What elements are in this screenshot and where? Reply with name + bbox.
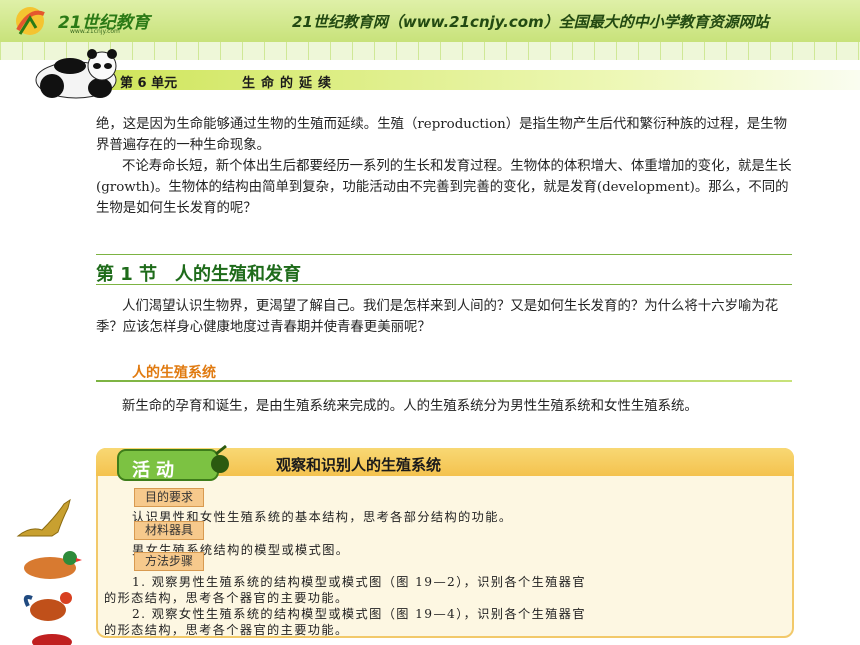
- site-slogan: 21世纪教育网（www.21cnjy.com）全国最大的中小学教育资源网站: [292, 13, 769, 31]
- kangaroo-icon: [16, 498, 71, 537]
- bird-icon: [32, 634, 72, 645]
- subsection-paragraph: 新生命的孕育和诞生，是由生殖系统来完成的。人的生殖系统分为男性生殖系统和女性生殖…: [122, 399, 698, 414]
- activity-step-2b: 的形态结构，思考各个器官的主要功能。: [104, 623, 349, 637]
- section-title: 第 1 节 人的生殖和发育: [96, 264, 302, 285]
- intro-paragraph-2: 不论寿命长短，新个体出生后都要经历一系列的生长和发育过程。生物体的体积增大、体重…: [96, 159, 792, 216]
- tag-steps: 方法步骤: [134, 552, 205, 571]
- chapter-title: 生命的延续: [242, 76, 338, 91]
- logo-subtext: www.21cnjy.com: [70, 28, 120, 35]
- tag-materials: 材料器具: [134, 521, 205, 540]
- section-rule-bottom: [96, 284, 792, 285]
- section-rule-top: [96, 254, 792, 255]
- subsection-title: 人的生殖系统: [132, 365, 216, 381]
- activity-badge-label: 活动: [132, 460, 180, 481]
- chapter-label: 第 6 单元: [120, 76, 178, 91]
- activity-title: 观察和识别人的生殖系统: [276, 456, 442, 474]
- duck-icon: [24, 551, 82, 579]
- chapter-bar: [96, 70, 860, 90]
- rooster-icon: [23, 592, 72, 621]
- panda-icon: [35, 49, 117, 99]
- intro-paragraph-1: 绝，这是因为生命能够通过生物的生殖而延续。生殖（reproduction）是指生…: [96, 117, 787, 153]
- subsection-rule: [96, 380, 792, 382]
- tag-goal: 目的要求: [134, 488, 205, 507]
- section-paragraph: 人们渴望认识生物界，更渴望了解自己。我们是怎样来到人间的？又是如何生长发育的？为…: [96, 299, 779, 335]
- banner-grid-strip: [0, 42, 860, 60]
